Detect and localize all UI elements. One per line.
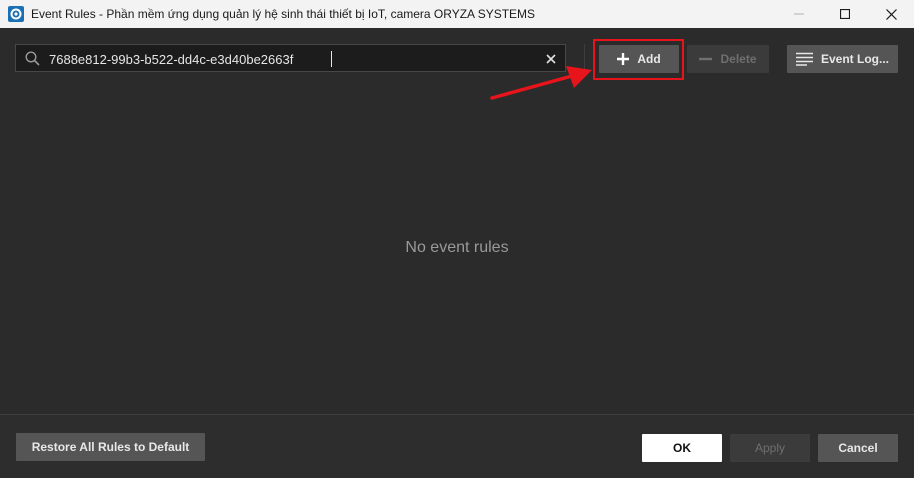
event-log-button-label: Event Log... xyxy=(820,52,889,66)
search-input[interactable] xyxy=(49,49,529,69)
arrow-annotation xyxy=(490,66,592,100)
delete-button-label: Delete xyxy=(720,52,757,66)
close-button[interactable] xyxy=(868,0,914,28)
title-bar: Event Rules - Phần mềm ứng dụng quản lý … xyxy=(0,0,914,28)
minimize-icon xyxy=(794,13,804,15)
delete-button[interactable]: Delete xyxy=(687,45,769,73)
maximize-button[interactable] xyxy=(822,0,868,28)
search-icon xyxy=(25,51,40,66)
dialog-content: Add Delete Event Log... No event rules xyxy=(0,28,914,478)
apply-button[interactable]: Apply xyxy=(730,434,810,462)
close-icon xyxy=(885,8,897,20)
cancel-button[interactable]: Cancel xyxy=(818,434,898,462)
text-cursor xyxy=(331,51,332,67)
minus-icon xyxy=(699,53,713,65)
ok-button[interactable]: OK xyxy=(642,434,722,462)
list-icon xyxy=(795,52,813,66)
app-icon xyxy=(8,6,24,22)
clear-icon[interactable] xyxy=(545,52,557,64)
maximize-icon xyxy=(840,9,850,19)
event-log-button[interactable]: Event Log... xyxy=(787,45,898,73)
window-title: Event Rules - Phần mềm ứng dụng quản lý … xyxy=(31,7,536,21)
minimize-button[interactable] xyxy=(776,0,822,28)
search-box[interactable] xyxy=(15,44,566,72)
empty-state-message: No event rules xyxy=(405,239,509,256)
highlight-box xyxy=(593,39,684,80)
restore-defaults-button[interactable]: Restore All Rules to Default xyxy=(16,433,205,461)
